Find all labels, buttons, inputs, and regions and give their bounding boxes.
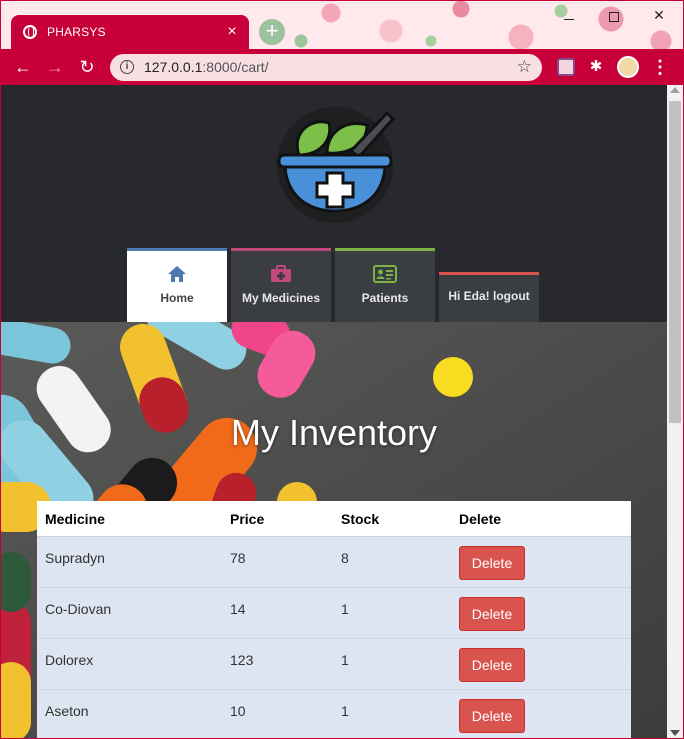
- tab-title: PHARSYS: [47, 25, 106, 39]
- scroll-thumb[interactable]: [669, 101, 681, 423]
- table-row: Aseton 10 1 Delete: [37, 690, 631, 738]
- medicine-cell: Aseton: [45, 703, 89, 719]
- col-medicine: Medicine: [45, 510, 105, 527]
- delete-button[interactable]: Delete: [459, 699, 525, 733]
- price-cell: 123: [230, 652, 254, 668]
- stock-cell: 1: [341, 703, 349, 719]
- puzzle-icon[interactable]: ✱: [587, 58, 605, 76]
- id-card-icon: [335, 265, 435, 287]
- delete-button[interactable]: Delete: [459, 546, 525, 580]
- hero-banner: My Inventory Medicine Price Stock Delete…: [1, 322, 667, 738]
- price-cell: 10: [230, 703, 246, 719]
- delete-button[interactable]: Delete: [459, 648, 525, 682]
- new-tab-button[interactable]: +: [259, 19, 285, 45]
- table-row: Supradyn 78 8 Delete: [37, 537, 631, 588]
- menu-dots-icon[interactable]: ⋮: [651, 58, 669, 76]
- web-page: Home My Medicines Patients Hi Eda! logou…: [1, 85, 667, 738]
- stock-cell: 8: [341, 550, 349, 566]
- col-delete: Delete: [459, 510, 502, 527]
- nav-logout[interactable]: Hi Eda! logout: [439, 272, 539, 322]
- reload-icon[interactable]: ↻: [77, 57, 97, 77]
- back-icon[interactable]: ←: [13, 57, 33, 77]
- main-nav: Home My Medicines Patients Hi Eda! logou…: [127, 248, 539, 322]
- nav-my-medicines-label: My Medicines: [241, 291, 321, 305]
- globe-icon: [23, 25, 37, 39]
- price-cell: 78: [230, 550, 246, 566]
- browser-tab[interactable]: PHARSYS ×: [11, 15, 249, 49]
- forward-icon[interactable]: →: [45, 57, 65, 77]
- profile-avatar[interactable]: [617, 56, 639, 78]
- minimize-button[interactable]: [546, 7, 592, 27]
- scroll-down-icon[interactable]: [670, 730, 680, 736]
- table-row: Co-Diovan 14 1 Delete: [37, 588, 631, 639]
- title-bar: PHARSYS × + ✕: [1, 1, 683, 49]
- site-header: Home My Medicines Patients Hi Eda! logou…: [1, 85, 667, 322]
- nav-home[interactable]: Home: [127, 248, 227, 322]
- bookmark-star-icon[interactable]: ☆: [517, 57, 532, 77]
- medicine-cell: Co-Diovan: [45, 601, 112, 617]
- info-icon[interactable]: i: [120, 60, 134, 74]
- browser-window: PHARSYS × + ✕ ← → ↻ i 127.0.0.1:8000/car…: [0, 0, 684, 739]
- browser-toolbar: ← → ↻ i 127.0.0.1:8000/cart/ ☆ ✱ ⋮: [1, 49, 683, 85]
- table-row: Dolorex 123 1 Delete: [37, 639, 631, 690]
- pharmacy-logo-icon: [277, 107, 396, 223]
- price-cell: 14: [230, 601, 246, 617]
- medicine-cell: Dolorex: [45, 652, 94, 668]
- medicine-cell: Supradyn: [45, 550, 105, 566]
- stock-cell: 1: [341, 601, 349, 617]
- table-header: Medicine Price Stock Delete: [37, 501, 631, 537]
- col-price: Price: [230, 510, 265, 527]
- close-window-button[interactable]: ✕: [636, 7, 682, 27]
- address-bar[interactable]: i 127.0.0.1:8000/cart/ ☆: [110, 54, 542, 81]
- delete-button[interactable]: Delete: [459, 597, 525, 631]
- extension-icon[interactable]: [557, 58, 575, 76]
- nav-logout-label: Hi Eda! logout: [448, 289, 530, 303]
- url-text[interactable]: 127.0.0.1:8000/cart/: [144, 59, 269, 75]
- scroll-up-icon[interactable]: [670, 87, 680, 93]
- home-icon: [127, 265, 227, 287]
- page-title: My Inventory: [230, 412, 438, 453]
- tab-close-icon[interactable]: ×: [221, 23, 243, 41]
- nav-home-label: Home: [160, 291, 194, 305]
- maximize-button[interactable]: [591, 7, 637, 27]
- medkit-icon: [231, 265, 331, 287]
- inventory-table: Medicine Price Stock Delete Supradyn 78 …: [37, 501, 631, 738]
- col-stock: Stock: [341, 510, 380, 527]
- nav-patients-label: Patients: [361, 291, 409, 305]
- nav-my-medicines[interactable]: My Medicines: [231, 248, 331, 322]
- stock-cell: 1: [341, 652, 349, 668]
- nav-patients[interactable]: Patients: [335, 248, 435, 322]
- page-scrollbar[interactable]: [667, 85, 683, 738]
